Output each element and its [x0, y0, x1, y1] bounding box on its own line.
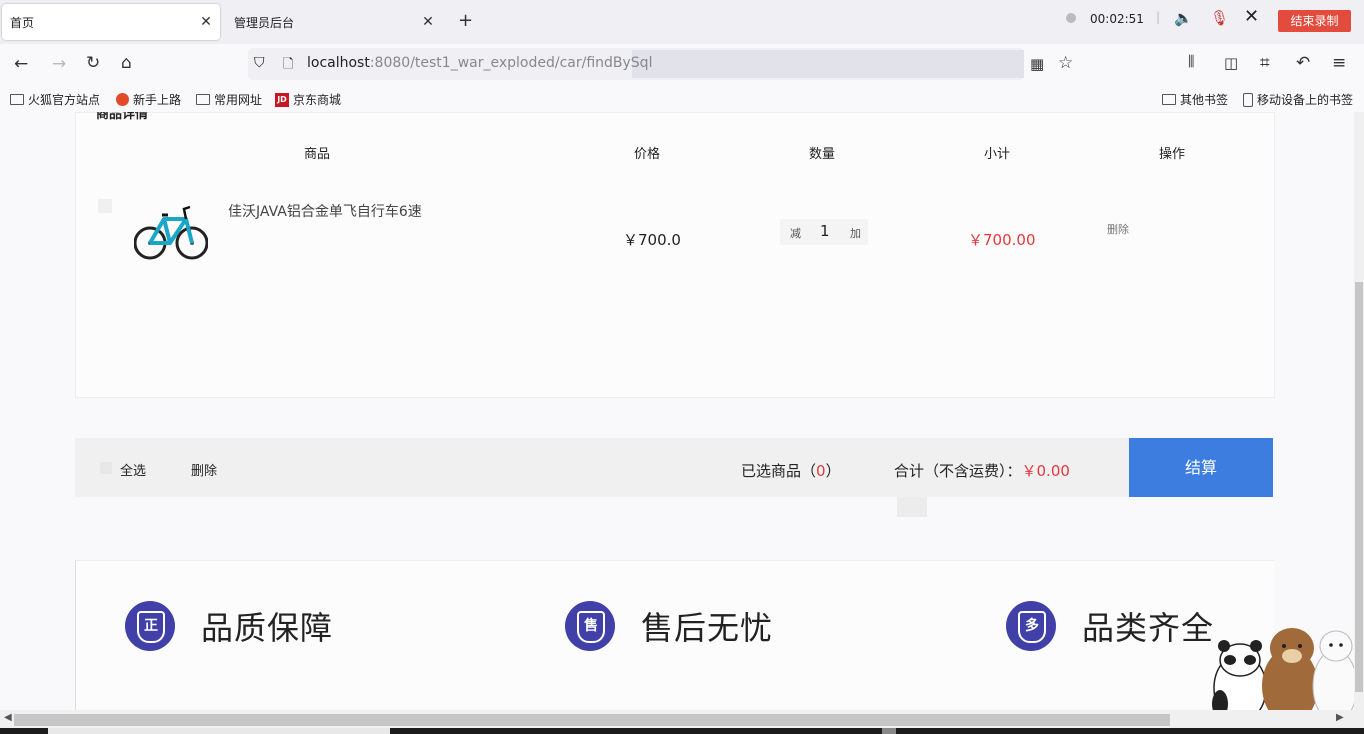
back-icon[interactable]: ←: [14, 54, 28, 74]
tab-admin[interactable]: 管理员后台 ✕: [226, 4, 442, 40]
record-indicator-icon: [1066, 13, 1076, 23]
quantity-input[interactable]: 1: [820, 222, 830, 240]
badge-icon: 售: [565, 601, 615, 651]
column-header: 小计: [984, 147, 1011, 162]
vertical-scrollbar[interactable]: [1354, 112, 1364, 710]
jd-logo-icon: JD: [275, 92, 289, 107]
firefox-icon: [116, 93, 129, 106]
guarantee-item: 多 品类齐全: [1006, 601, 1214, 651]
scroll-left-icon[interactable]: ◀: [4, 712, 12, 723]
guarantee-text: 售后无忧: [641, 609, 774, 647]
tab-label: 管理员后台: [234, 15, 295, 30]
taskbar: [0, 728, 1364, 734]
close-icon[interactable]: ✕: [414, 14, 442, 30]
qr-code-icon[interactable]: ▦: [1030, 55, 1044, 73]
close-icon[interactable]: ✕: [192, 14, 220, 30]
quantity-stepper: 减 1 加: [780, 219, 868, 245]
product-price: ￥700.0: [623, 231, 681, 249]
guarantee-item: 正 品质保障: [125, 601, 333, 651]
guarantee-text: 品质保障: [201, 609, 334, 647]
checkout-button[interactable]: 结算: [1129, 438, 1273, 497]
bookmark-item[interactable]: 其他书签: [1162, 91, 1228, 108]
selected-count: 已选商品（0）: [741, 462, 841, 480]
menu-icon[interactable]: ≡: [1332, 53, 1346, 73]
item-subtotal: ￥700.00: [968, 231, 1036, 249]
bookmark-item[interactable]: 新手上路: [116, 91, 181, 108]
select-all-label[interactable]: 全选: [120, 460, 146, 479]
divider: |: [1156, 10, 1161, 24]
reload-icon[interactable]: ↻: [86, 53, 100, 73]
new-tab-icon[interactable]: +: [458, 10, 473, 31]
increase-button[interactable]: 加: [850, 225, 861, 241]
bookmark-item[interactable]: 移动设备上的书签: [1243, 91, 1353, 108]
delete-item-button[interactable]: 删除: [1107, 221, 1129, 237]
page-icon[interactable]: 🗋: [283, 55, 293, 77]
crop-icon[interactable]: ⌗: [1260, 53, 1270, 73]
badge-icon: 正: [125, 601, 175, 651]
guarantee-text: 品类齐全: [1082, 609, 1215, 647]
bookmark-item[interactable]: 常用网址: [196, 91, 262, 108]
page-content: 商品详情 商品 价格 数量 小计 操作 佳沃JAVA铝合金单飞自行车6速 ￥70…: [0, 112, 1354, 710]
forward-icon[interactable]: →: [52, 54, 66, 74]
mobile-icon: [1243, 92, 1253, 107]
stop-recording-button[interactable]: 结束录制: [1278, 10, 1351, 32]
url-text[interactable]: localhost:8080/test1_war_exploded/car/fi…: [307, 55, 652, 71]
column-header: 操作: [1159, 147, 1186, 162]
shield-icon[interactable]: ⛉: [254, 55, 265, 71]
sidebar-icon[interactable]: ◫: [1224, 54, 1238, 72]
cart-total: 合计（不含运费）：￥0.00: [894, 462, 1070, 480]
guarantee-item: 售 售后无忧: [565, 601, 773, 651]
cart-table: 商品详情 商品 价格 数量 小计 操作 佳沃JAVA铝合金单飞自行车6速 ￥70…: [75, 112, 1275, 398]
taskbar-item[interactable]: [48, 728, 390, 734]
folder-icon: [10, 94, 24, 105]
item-checkbox[interactable]: [98, 199, 112, 213]
horizontal-scrollbar[interactable]: ◀ ▶: [0, 710, 1364, 728]
tab-home[interactable]: 首页 ✕: [2, 4, 220, 40]
column-header: 商品: [304, 147, 331, 162]
cart-footer: 全选 删除 已选商品（0） 合计（不含运费）：￥0.00 结算: [75, 438, 1273, 497]
section-title: 商品详情: [96, 112, 149, 122]
bookmark-item[interactable]: 火狐官方站点: [10, 91, 100, 108]
mic-muted-icon[interactable]: 🎙: [1210, 9, 1229, 27]
bookmark-item[interactable]: JD 京东商城: [275, 91, 341, 108]
undo-icon[interactable]: ↶: [1296, 53, 1310, 73]
taskbar-item[interactable]: [882, 728, 896, 734]
record-timer: 00:02:51: [1090, 12, 1144, 26]
scroll-right-icon[interactable]: ▶: [1336, 712, 1344, 723]
guarantee-strip: 正 品质保障 售 售后无忧 多 品类齐全: [75, 560, 1274, 710]
library-icon[interactable]: ⫼: [1188, 54, 1194, 70]
product-name[interactable]: 佳沃JAVA铝合金单飞自行车6速: [228, 201, 422, 221]
bicycle-image: [134, 205, 208, 260]
select-all-checkbox[interactable]: [100, 462, 112, 474]
folder-icon: [1162, 94, 1176, 105]
tab-label: 首页: [10, 15, 35, 30]
url-selection: [632, 50, 1024, 78]
folder-icon: [196, 94, 210, 105]
bookmarks-bar: 火狐官方站点 新手上路 常用网址 JD 京东商城 其他书签 移动设备上的书签: [0, 86, 1364, 112]
badge-icon: 多: [1006, 601, 1056, 651]
delete-selected-button[interactable]: 删除: [191, 460, 217, 479]
column-header: 数量: [809, 147, 836, 162]
scroll-thumb[interactable]: [1355, 282, 1363, 692]
home-icon[interactable]: ⌂: [121, 53, 132, 73]
close-icon[interactable]: ✕: [1244, 6, 1259, 27]
star-icon[interactable]: ☆: [1058, 53, 1073, 73]
scroll-thumb[interactable]: [14, 714, 1170, 726]
decrease-button[interactable]: 减: [790, 225, 801, 241]
column-header: 价格: [634, 147, 661, 162]
speaker-icon[interactable]: 🔈: [1174, 9, 1193, 27]
